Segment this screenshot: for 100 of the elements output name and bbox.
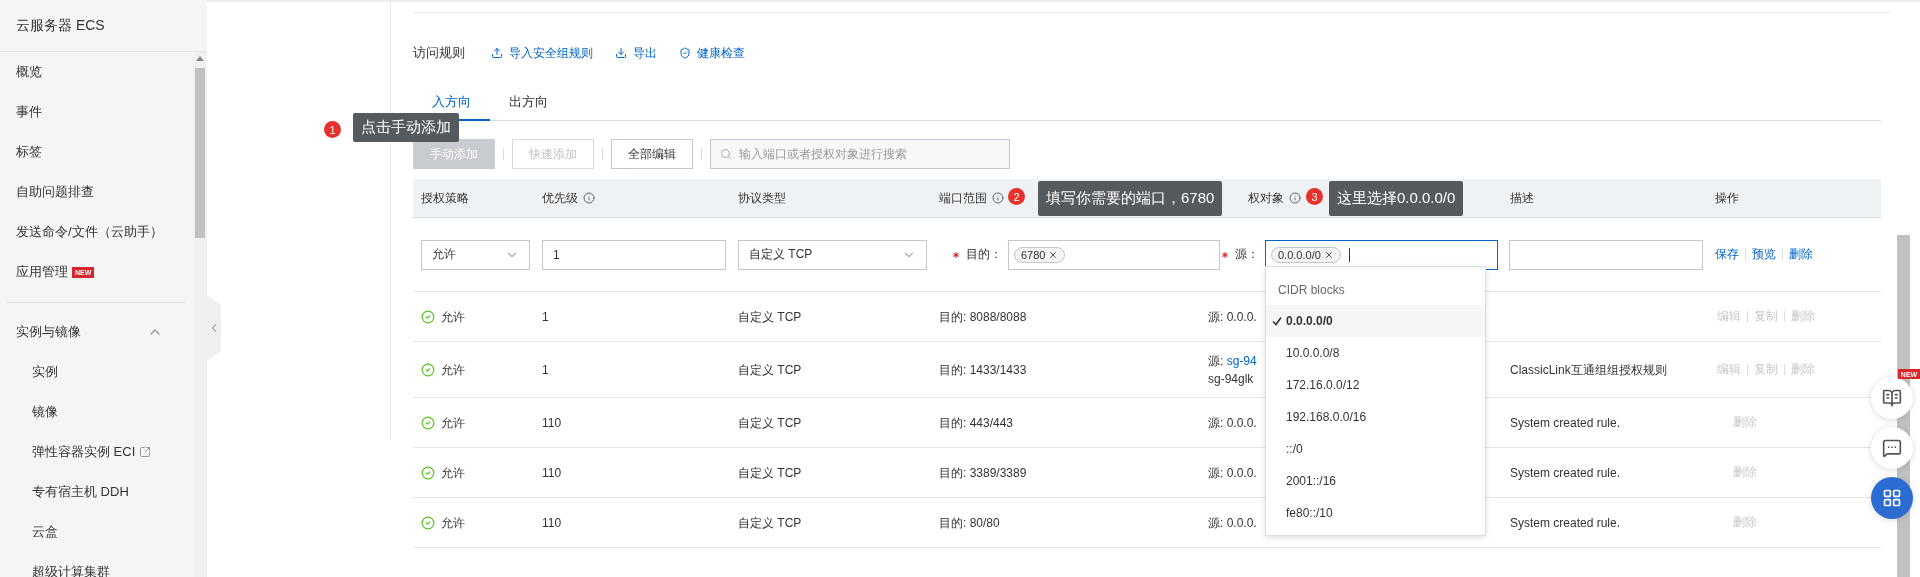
shield-check-icon (679, 47, 691, 59)
table-cell-text: sg-94glk (1208, 370, 1255, 388)
port-input[interactable]: 6780 (1008, 239, 1220, 270)
close-icon[interactable] (1323, 249, 1334, 260)
sidebar-item[interactable]: 发送命令/文件（云助手） (0, 212, 193, 252)
sidebar-item[interactable]: 镜像 (0, 392, 193, 432)
sidebar-item[interactable]: 云盒 (0, 512, 193, 552)
table-cell-text: 允许 (441, 464, 465, 482)
table-cell-text: 自定义 TCP (738, 464, 802, 482)
dropdown-group-header: CIDR blocks (1277, 282, 1346, 299)
table-cell-text: 110 (542, 414, 562, 432)
sidebar-item[interactable]: 标签 (0, 132, 193, 172)
action-link[interactable]: 健康检查 (679, 44, 745, 62)
table-cell-text: 1 (542, 361, 549, 379)
action-link[interactable]: 删除 (1789, 246, 1813, 263)
table-cell-text: 目的: 80/80 (939, 514, 1000, 532)
source-tag[interactable]: 0.0.0.0/0 (1271, 246, 1341, 263)
sidebar-item[interactable]: 实例 (0, 352, 193, 392)
check-circle-icon (421, 515, 435, 530)
table-cell-text: 目的: 443/443 (939, 414, 1014, 432)
check-circle-icon (421, 309, 435, 324)
sidebar-item[interactable]: 概览 (0, 52, 193, 92)
scrollbar-thumb[interactable] (195, 68, 205, 238)
column-header: 协议类型 (738, 189, 786, 207)
description-input[interactable] (1509, 239, 1703, 270)
info-icon (992, 192, 1004, 204)
check-circle-icon (421, 465, 435, 480)
table-cell-text: 源: 0.0.0. (1208, 414, 1257, 432)
dropdown-option[interactable]: 192.168.0.0/16 (1266, 401, 1485, 433)
scroll-up-icon[interactable] (196, 56, 204, 61)
field-label: 目的： (966, 246, 1002, 263)
policy-select[interactable]: 允许 (421, 239, 530, 270)
sidebar-group-label: 实例与镜像 (16, 323, 81, 341)
sidebar-item[interactable]: 弹性容器实例 ECI (0, 432, 193, 472)
floating-button[interactable] (1871, 377, 1913, 419)
floating-button[interactable] (1871, 477, 1913, 519)
port-tag[interactable]: 6780 (1014, 246, 1066, 263)
sidebar-item-label: 实例 (32, 363, 58, 381)
dropdown-option[interactable]: 0.0.0.0/0 (1266, 305, 1485, 337)
table-cell-text: System created rule. (1510, 464, 1621, 482)
dropdown-option[interactable]: fe80::/10 (1266, 497, 1485, 529)
table-cell-text: 源: 0.0.0. (1208, 308, 1257, 326)
table-cell-text: 自定义 TCP (738, 514, 802, 532)
priority-input[interactable]: 1 (542, 239, 726, 270)
book-icon (1882, 388, 1902, 408)
sidebar-item-label: 超级计算集群 (32, 563, 110, 577)
column-header: 操作 (1715, 189, 1739, 207)
sidebar-group-header[interactable]: 实例与镜像 (0, 312, 193, 352)
action-link[interactable]: 导入安全组规则 (491, 44, 593, 62)
table-cell-text: 110 (542, 514, 562, 532)
search-field[interactable]: 输入端口或者授权对象进行搜索 (710, 139, 1010, 169)
upload-icon (491, 47, 503, 59)
annotation-tooltip: 填写你需要的端口，6780 (1038, 181, 1223, 216)
sidebar-item-label: 弹性容器实例 ECI (32, 443, 136, 461)
protocol-select[interactable]: 自定义 TCP (738, 239, 927, 270)
check-circle-icon (421, 415, 435, 430)
security-group-link[interactable]: sg-94 (1226, 353, 1257, 368)
column-header: 描述 (1510, 189, 1534, 207)
sidebar-item[interactable]: 专有宿主机 DDH (0, 472, 193, 512)
table-cell-text: 源: 0.0.0. (1208, 464, 1257, 482)
table-cell-text: 自定义 TCP (738, 414, 802, 432)
chat-icon (1882, 438, 1902, 458)
search-icon (720, 148, 732, 160)
floating-button[interactable] (1871, 427, 1913, 469)
table-cell-text: 源: sg-94 (1208, 352, 1257, 370)
tab[interactable]: 出方向 (490, 85, 567, 121)
info-icon (583, 192, 595, 204)
field-label: 源： (1235, 246, 1259, 263)
dropdown-option[interactable]: 172.16.0.0/12 (1266, 369, 1485, 401)
sidebar-item-label: 自助问题排查 (16, 183, 94, 201)
info-icon (1289, 192, 1301, 204)
check-circle-icon (421, 362, 435, 377)
column-header: 优先级 (542, 189, 578, 207)
sidebar-item-label: 应用管理 (16, 263, 68, 281)
sidebar-item[interactable]: 超级计算集群 (0, 552, 193, 577)
sidebar-item-label: 发送命令/文件（云助手） (16, 223, 163, 241)
action-link[interactable]: 保存 (1715, 246, 1739, 263)
column-header: 权对象 (1248, 189, 1284, 207)
sidebar-item[interactable]: 自助问题排查 (0, 172, 193, 212)
close-icon[interactable] (1048, 249, 1059, 260)
toolbar-button[interactable]: 全部编辑 (611, 139, 693, 169)
download-icon (615, 47, 627, 59)
column-header: 端口范围 (939, 189, 987, 207)
sidebar-item-label: 事件 (16, 103, 42, 121)
action-link[interactable]: 导出 (615, 44, 657, 62)
dropdown-option[interactable]: 2001::/16 (1266, 465, 1485, 497)
sidebar-item-label: 云盒 (32, 523, 58, 541)
action-link[interactable]: 预览 (1752, 246, 1776, 263)
sidebar-item[interactable]: 事件 (0, 92, 193, 132)
table-cell-text: 目的: 1433/1433 (939, 361, 1027, 379)
table-cell-text: 允许 (441, 414, 465, 432)
sidebar-item-label: 概览 (16, 63, 42, 81)
dropdown-option[interactable]: 10.0.0.0/8 (1266, 337, 1485, 369)
annotation-tooltip: 这里选择0.0.0.0/0 (1329, 181, 1464, 216)
table-cell-text: 允许 (441, 514, 465, 532)
table-cell-text: System created rule. (1510, 414, 1621, 432)
annotation-tooltip: 点击手动添加 (353, 113, 459, 142)
table-cell-text: ClassicLink互通组组授权规则 (1510, 361, 1667, 379)
dropdown-option[interactable]: ::/0 (1266, 433, 1485, 465)
table-cell-text: 允许 (441, 361, 465, 379)
